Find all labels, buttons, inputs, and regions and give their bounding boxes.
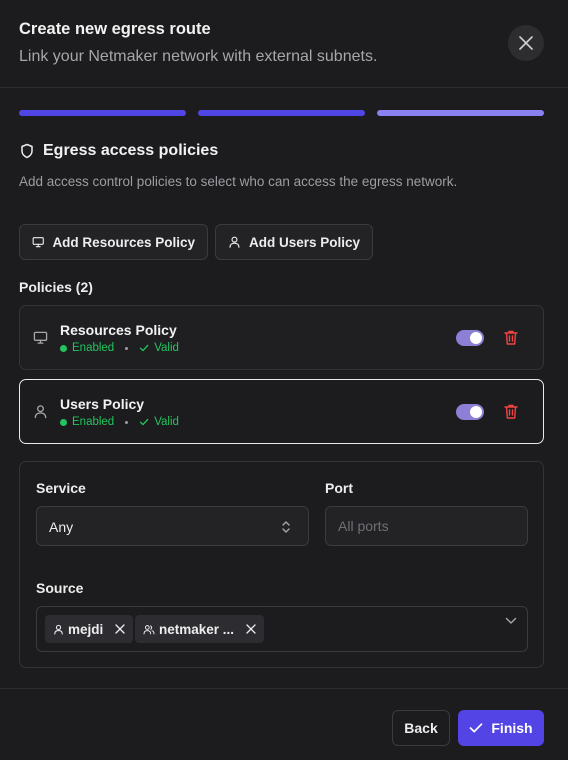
step-3 xyxy=(377,110,544,116)
trash-icon[interactable] xyxy=(503,329,519,346)
policy-name: Resources Policy xyxy=(60,322,177,338)
status-text: Enabled xyxy=(72,342,115,354)
status-dot xyxy=(60,418,67,426)
check-icon xyxy=(140,344,149,352)
finish-button[interactable]: Finish xyxy=(458,710,544,746)
port-input[interactable] xyxy=(325,506,528,546)
back-button[interactable]: Back xyxy=(392,710,450,746)
source-chip-label: netmaker ... xyxy=(159,621,235,637)
service-select[interactable]: Any xyxy=(36,506,309,546)
policy-enabled-toggle[interactable] xyxy=(456,330,484,346)
add-users-policy-button[interactable]: Add Users Policy xyxy=(215,224,373,260)
user-icon xyxy=(54,624,63,635)
status-text: Enabled xyxy=(72,416,115,428)
validity-badge: Valid xyxy=(139,416,179,428)
source-multiselect[interactable]: mejdi netmaker ... xyxy=(36,606,528,652)
add-resources-policy-button[interactable]: Add Resources Policy xyxy=(19,224,208,260)
dialog-footer: Back Finish xyxy=(0,688,568,760)
close-icon xyxy=(519,36,533,50)
step-2 xyxy=(198,110,365,116)
chevron-up-down-icon xyxy=(282,521,290,533)
user-icon xyxy=(229,236,240,248)
check-icon xyxy=(470,723,483,733)
policy-enabled-toggle[interactable] xyxy=(456,404,484,420)
users-icon xyxy=(143,624,155,634)
toggle-knob xyxy=(470,406,482,418)
section-heading: Egress access policies xyxy=(19,142,218,160)
toggle-knob xyxy=(470,332,482,344)
step-progress xyxy=(19,110,544,116)
monitor-icon xyxy=(33,331,48,344)
step-1 xyxy=(19,110,186,116)
remove-chip-button[interactable] xyxy=(115,624,125,634)
source-chip: mejdi xyxy=(45,615,134,643)
close-icon xyxy=(246,624,256,634)
dialog-title: Create new egress route xyxy=(19,20,211,38)
policy-card-users[interactable]: Users Policy Enabled Valid xyxy=(19,379,544,444)
dialog-header: Create new egress route Link your Netmak… xyxy=(0,0,568,88)
dialog-subtitle: Link your Netmaker network with external… xyxy=(19,48,378,65)
chevron-down-icon[interactable] xyxy=(505,617,517,625)
section-description: Add access control policies to select wh… xyxy=(19,174,458,189)
validity-text: Valid xyxy=(154,342,179,354)
monitor-icon xyxy=(32,237,44,248)
user-icon xyxy=(34,405,47,419)
add-resources-policy-label: Add Resources Policy xyxy=(52,234,195,250)
check-icon xyxy=(140,418,149,426)
finish-label: Finish xyxy=(491,720,533,736)
source-label: Source xyxy=(36,580,84,596)
validity-text: Valid xyxy=(154,416,179,428)
service-value: Any xyxy=(49,519,74,535)
status-dot xyxy=(60,344,67,352)
policies-count-label: Policies (2) xyxy=(19,279,93,295)
section-title: Egress access policies xyxy=(43,142,219,159)
shield-icon xyxy=(21,143,33,159)
close-button[interactable] xyxy=(508,25,544,61)
service-label: Service xyxy=(36,480,86,496)
remove-chip-button[interactable] xyxy=(246,624,256,634)
add-users-policy-label: Add Users Policy xyxy=(248,234,360,250)
policy-card-resources[interactable]: Resources Policy Enabled Valid xyxy=(19,305,544,370)
policy-detail-panel: Service Any Port Source mejdi xyxy=(19,461,544,668)
policy-status: Enabled Valid xyxy=(60,416,179,428)
separator-dot xyxy=(125,420,129,424)
port-label: Port xyxy=(325,480,353,496)
separator-dot xyxy=(125,346,129,350)
source-chip: netmaker ... xyxy=(135,615,265,643)
policy-status: Enabled Valid xyxy=(60,342,179,354)
policy-name: Users Policy xyxy=(60,396,145,412)
close-icon xyxy=(115,624,125,634)
validity-badge: Valid xyxy=(139,342,179,354)
trash-icon[interactable] xyxy=(503,403,519,420)
source-chip-label: mejdi xyxy=(68,621,104,637)
